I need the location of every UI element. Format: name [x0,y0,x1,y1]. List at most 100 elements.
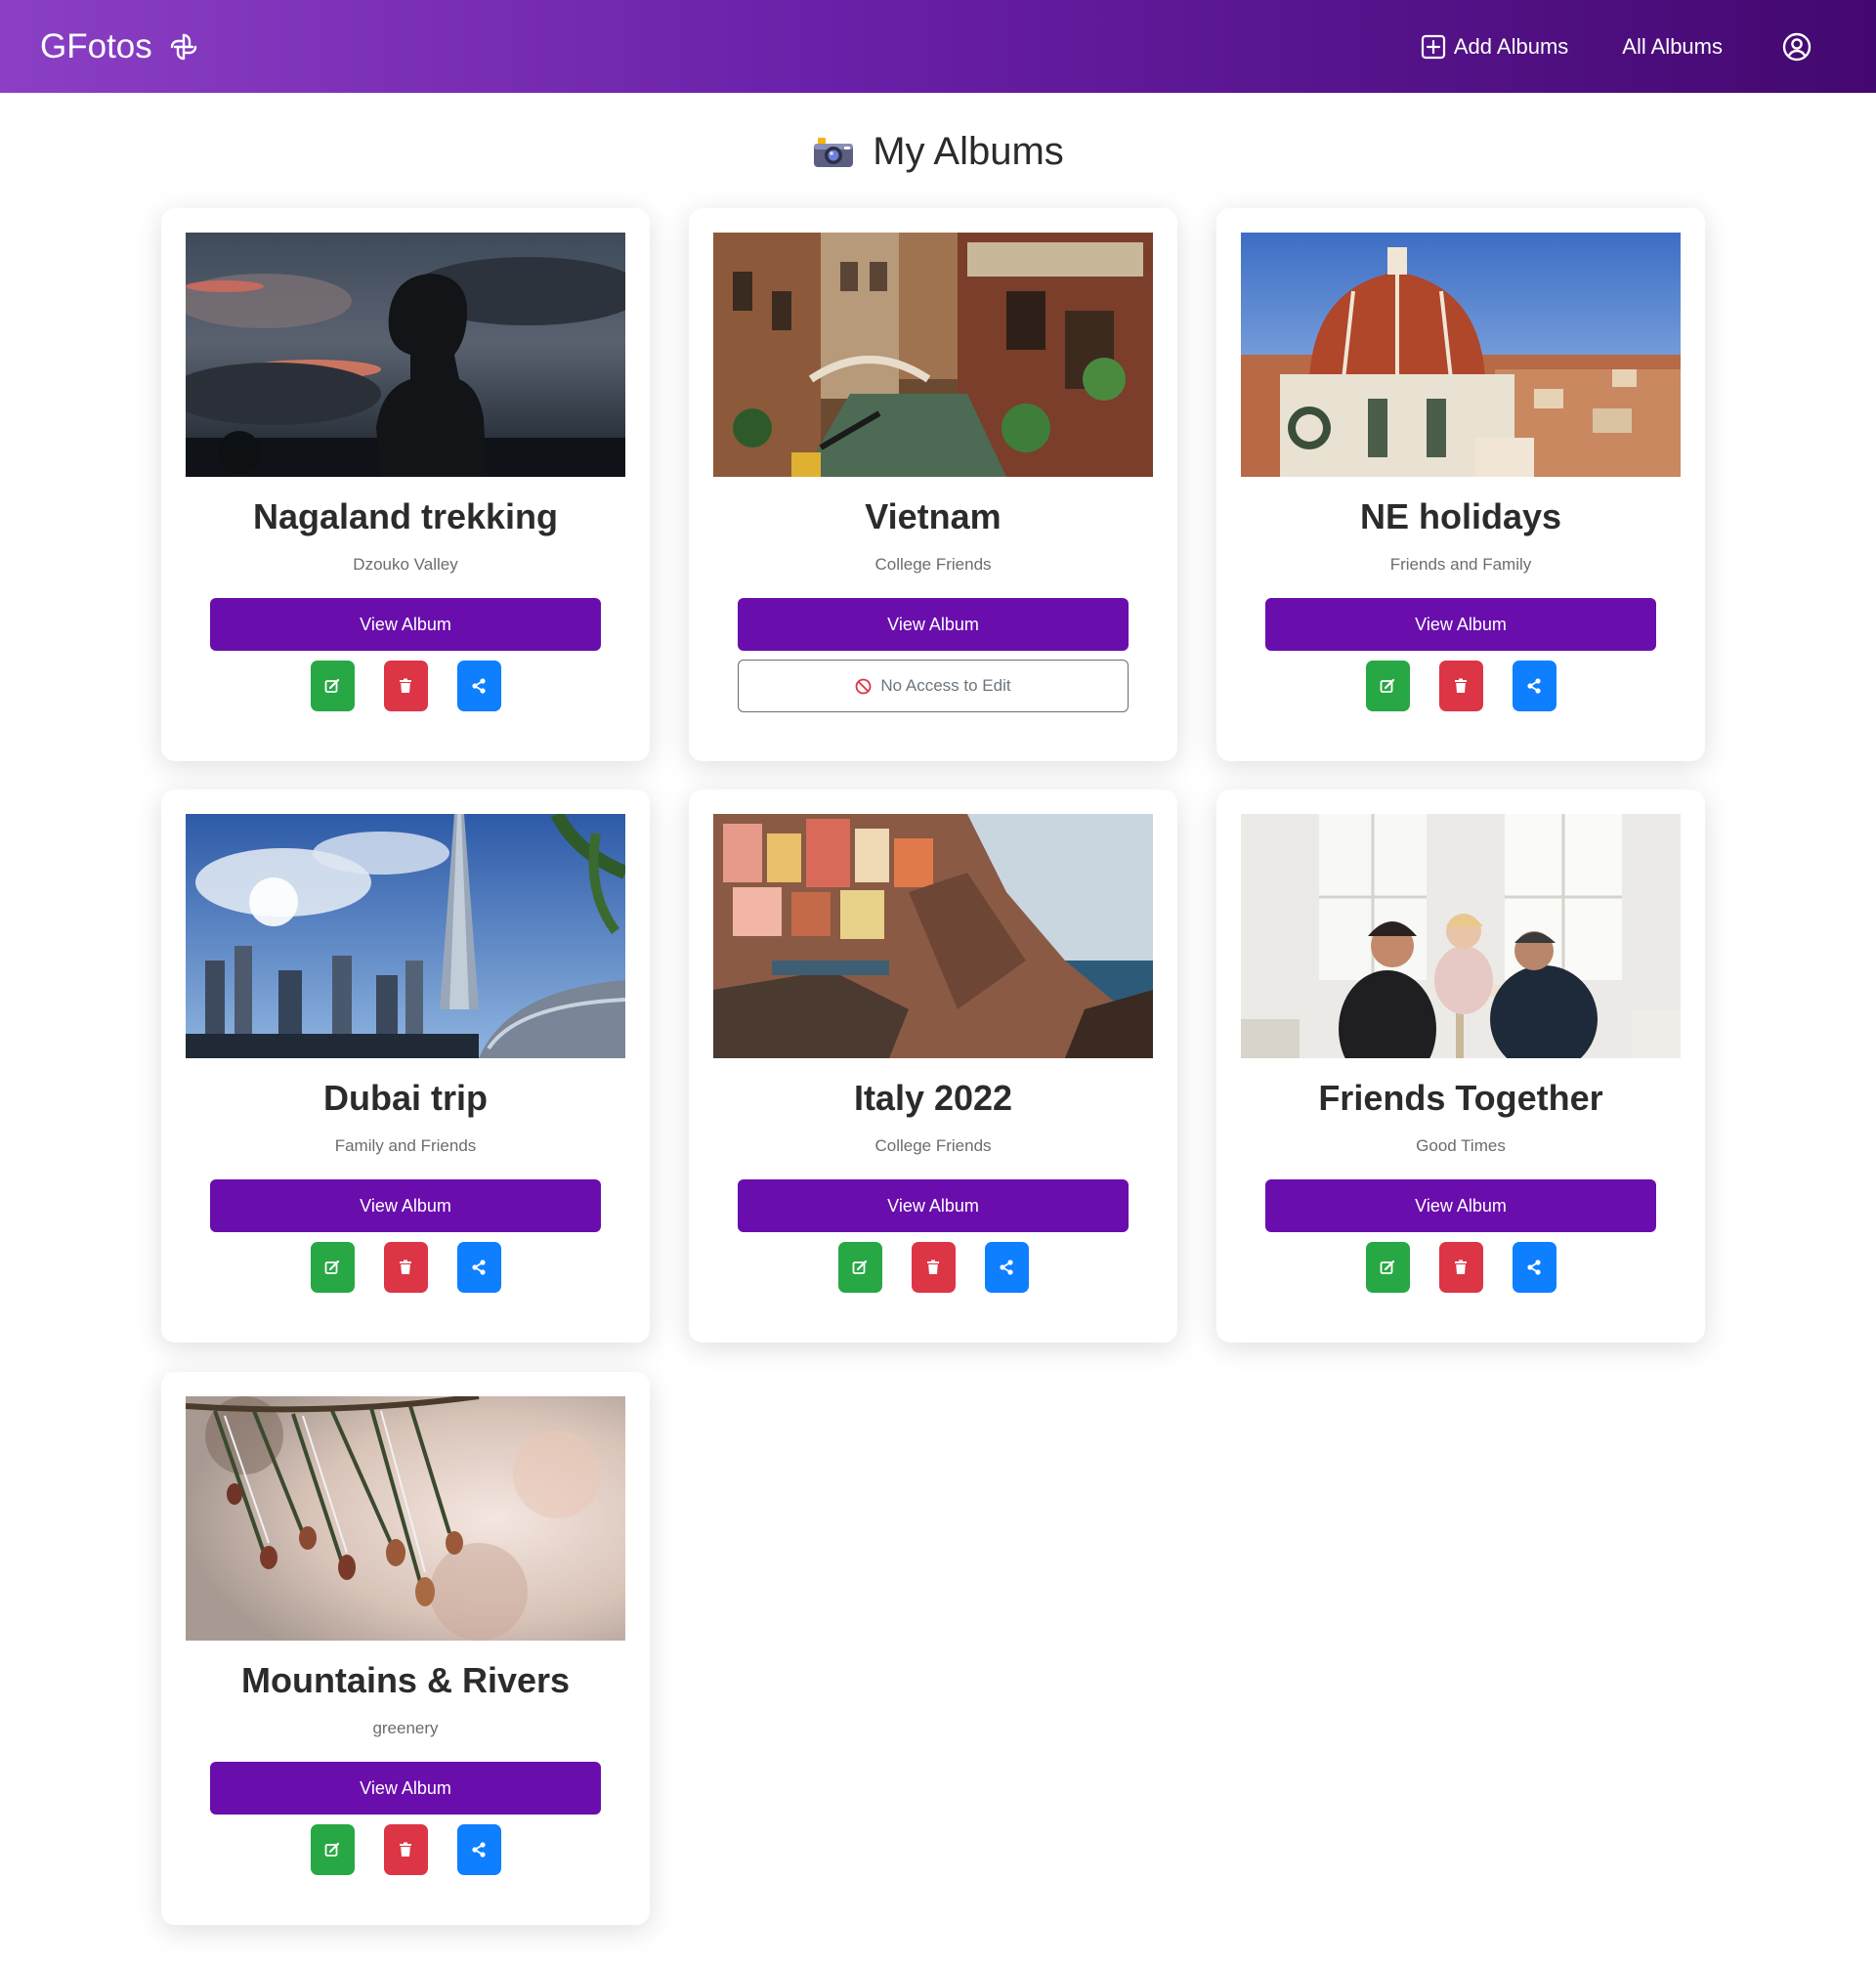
view-album-button[interactable]: View Album [210,1762,601,1815]
album-subtitle: greenery [372,1719,439,1737]
plus-square-icon [1421,34,1445,59]
aperture-icon [170,33,196,60]
trash-icon [400,1842,411,1857]
album-card: NE holidays Friends and Family View Albu… [1216,208,1705,761]
page-title-text: My Albums [873,130,1064,173]
add-albums-link[interactable]: Add Albums [1421,34,1568,60]
share-icon [1527,1260,1541,1275]
album-subtitle: College Friends [874,555,992,574]
share-icon [472,1260,486,1275]
view-album-button[interactable]: View Album [210,598,601,651]
delete-button[interactable] [383,661,428,711]
album-actions [161,1824,650,1875]
edit-button[interactable] [310,1824,355,1875]
trash-icon [1455,1260,1467,1274]
trash-icon [1455,678,1467,693]
album-subtitle: College Friends [874,1136,992,1155]
album-actions [161,1242,650,1293]
delete-button[interactable] [383,1242,428,1293]
edit-icon [324,1842,340,1857]
album-card: Mountains & Rivers greenery View Album [161,1372,650,1925]
brand-name: GFotos [40,26,152,65]
album-title: Nagaland trekking [252,496,559,536]
silhouette-sunset-image [186,233,625,477]
add-albums-label: Add Albums [1453,33,1569,59]
album-title: Dubai trip [323,1078,488,1118]
share-button[interactable] [984,1242,1029,1293]
view-album-button[interactable]: View Album [1265,1179,1656,1232]
album-actions [1216,661,1705,711]
brand-link[interactable]: GFotos [40,27,199,66]
edit-button[interactable] [1365,1242,1410,1293]
delete-button[interactable] [383,1824,428,1875]
snowy-branch-image [186,1396,625,1641]
user-circle-icon[interactable] [1781,31,1812,63]
album-cover-image[interactable] [1241,814,1681,1058]
no-access-label: No Access to Edit [880,676,1011,695]
edit-icon [852,1260,868,1274]
skyline-image [186,814,625,1058]
view-album-button[interactable]: View Album [1265,598,1656,651]
album-subtitle: Family and Friends [334,1136,477,1155]
share-icon [1000,1260,1013,1275]
view-album-button[interactable]: View Album [738,598,1129,651]
all-albums-label: All Albums [1622,33,1723,59]
share-button[interactable] [456,661,501,711]
edit-icon [1380,678,1395,693]
view-album-button[interactable]: View Album [210,1179,601,1232]
edit-button[interactable] [310,1242,355,1293]
album-title: Mountains & Rivers [240,1660,571,1700]
ban-icon [855,678,872,694]
cathedral-dome-image [1241,233,1681,477]
edit-icon [324,678,340,693]
album-actions [689,1242,1177,1293]
nav-links: Add Albums All Albums [1367,31,1836,63]
album-cover-image[interactable] [186,814,625,1058]
album-subtitle: Good Times [1416,1136,1506,1155]
album-card: Dubai trip Family and Friends View Album [161,790,650,1343]
all-albums-link[interactable]: All Albums [1622,34,1723,60]
share-icon [472,678,486,694]
trash-icon [400,678,411,693]
album-subtitle: Friends and Family [1389,555,1532,574]
album-title: Friends Together [1318,1078,1603,1118]
trash-icon [400,1260,411,1274]
album-title: Italy 2022 [853,1078,1013,1118]
edit-button[interactable] [310,661,355,711]
delete-button[interactable] [1438,1242,1483,1293]
album-title: NE holidays [1359,496,1562,536]
edit-button[interactable] [837,1242,882,1293]
delete-button[interactable] [911,1242,956,1293]
album-cover-image[interactable] [186,233,625,477]
album-card: Italy 2022 College Friends View Album [689,790,1177,1343]
friends-table-image [1241,814,1681,1058]
share-button[interactable] [456,1242,501,1293]
camera-icon [814,137,854,167]
share-icon [1527,678,1541,694]
cliff-village-image [713,814,1153,1058]
navbar: GFotos Add Albums All Albums [0,0,1876,93]
edit-icon [1380,1260,1395,1274]
album-cover-image[interactable] [1241,233,1681,477]
album-cover-image[interactable] [713,233,1153,477]
album-cover-image[interactable] [186,1396,625,1641]
album-actions [1216,1242,1705,1293]
edit-button[interactable] [1365,661,1410,711]
album-cover-image[interactable] [713,814,1153,1058]
album-subtitle: Dzouko Valley [353,555,458,574]
share-button[interactable] [1512,1242,1556,1293]
canal-street-image [713,233,1153,477]
trash-icon [927,1260,939,1274]
share-icon [472,1842,486,1858]
edit-icon [324,1260,340,1274]
album-card: Vietnam College Friends View Album No Ac… [689,208,1177,761]
view-album-button[interactable]: View Album [738,1179,1129,1232]
album-title: Vietnam [865,496,1002,536]
page-title: My Albums [0,130,1876,174]
share-button[interactable] [456,1824,501,1875]
delete-button[interactable] [1438,661,1483,711]
no-access-indicator: No Access to Edit [738,660,1129,712]
share-button[interactable] [1512,661,1556,711]
album-card: Nagaland trekking Dzouko Valley View Alb… [161,208,650,761]
album-card: Friends Together Good Times View Album [1216,790,1705,1343]
